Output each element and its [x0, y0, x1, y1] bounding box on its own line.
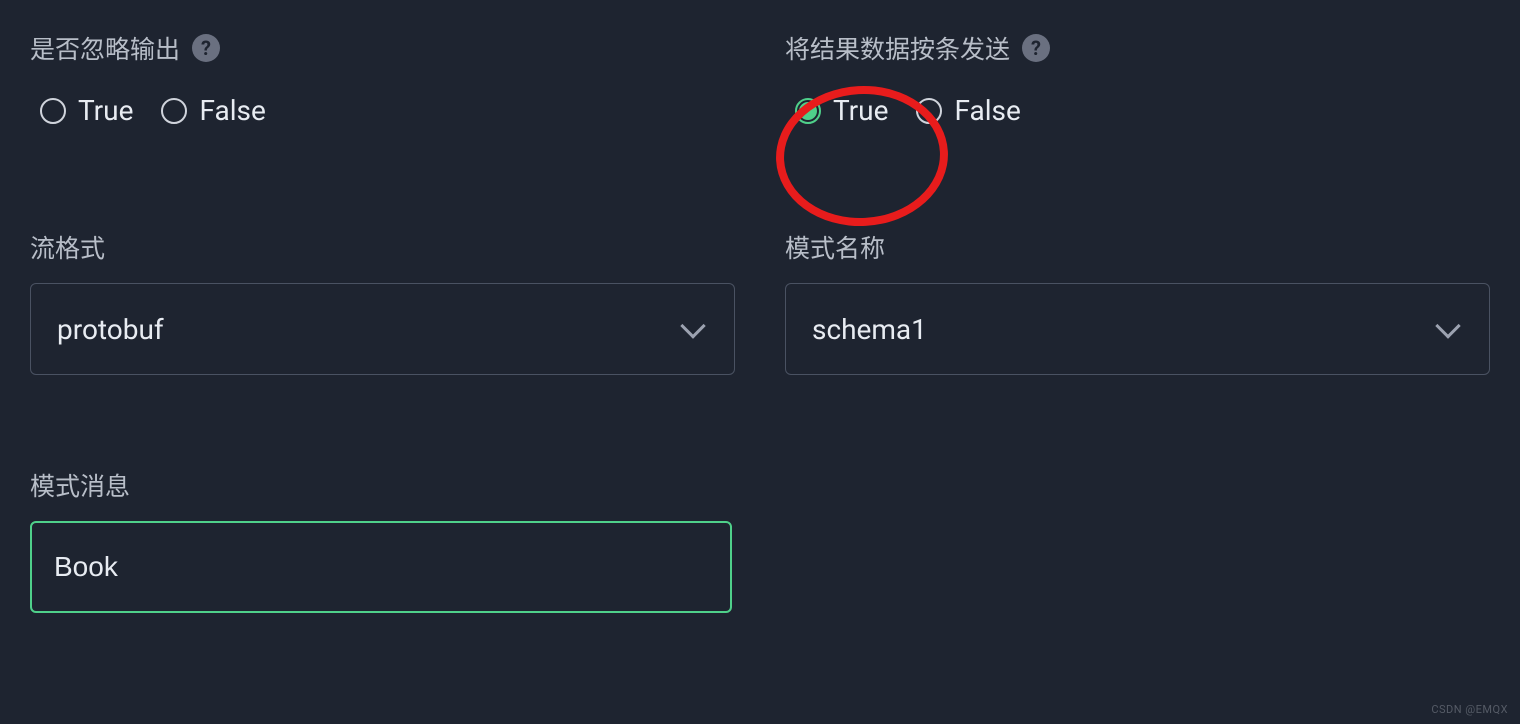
select-schema-name[interactable]: schema1 — [785, 283, 1490, 375]
radio-circle-icon — [40, 98, 66, 124]
field-schema-message: 模式消息 — [30, 435, 735, 613]
radio-circle-icon — [161, 98, 187, 124]
radio-ignore-output-true[interactable]: True — [40, 94, 133, 127]
watermark: CSDN @EMQX — [1431, 703, 1508, 716]
chevron-down-icon — [1435, 313, 1460, 338]
help-icon[interactable]: ? — [192, 34, 220, 62]
label-row: 将结果数据按条发送 ? — [785, 30, 1490, 66]
chevron-down-icon — [680, 313, 705, 338]
radio-send-single-true[interactable]: True — [795, 94, 888, 127]
select-value: schema1 — [812, 313, 927, 346]
field-label-schema-name: 模式名称 — [785, 229, 1490, 265]
field-schema-name: 模式名称 schema1 — [785, 187, 1490, 375]
radio-label: True — [78, 94, 133, 127]
form-grid: 是否忽略输出 ? True False 将结果数据按条发送 ? True — [30, 30, 1490, 613]
input-schema-message[interactable] — [30, 521, 732, 613]
radio-label: False — [199, 94, 265, 127]
radio-group-ignore-output: True False — [30, 94, 735, 127]
radio-circle-icon — [795, 98, 821, 124]
field-send-single: 将结果数据按条发送 ? True False — [785, 30, 1490, 127]
field-stream-format: 流格式 protobuf — [30, 187, 735, 375]
label-row: 是否忽略输出 ? — [30, 30, 735, 66]
radio-dot-icon — [799, 102, 817, 120]
radio-label: False — [954, 94, 1020, 127]
radio-send-single-false[interactable]: False — [916, 94, 1020, 127]
help-icon[interactable]: ? — [1022, 34, 1050, 62]
select-value: protobuf — [57, 313, 164, 346]
field-label-send-single: 将结果数据按条发送 — [785, 30, 1010, 66]
radio-group-send-single: True False — [785, 94, 1490, 127]
field-label-ignore-output: 是否忽略输出 — [30, 30, 180, 66]
radio-circle-icon — [916, 98, 942, 124]
select-stream-format[interactable]: protobuf — [30, 283, 735, 375]
radio-label: True — [833, 94, 888, 127]
radio-ignore-output-false[interactable]: False — [161, 94, 265, 127]
field-label-schema-message: 模式消息 — [30, 467, 735, 503]
field-ignore-output: 是否忽略输出 ? True False — [30, 30, 735, 127]
field-label-stream-format: 流格式 — [30, 229, 735, 265]
